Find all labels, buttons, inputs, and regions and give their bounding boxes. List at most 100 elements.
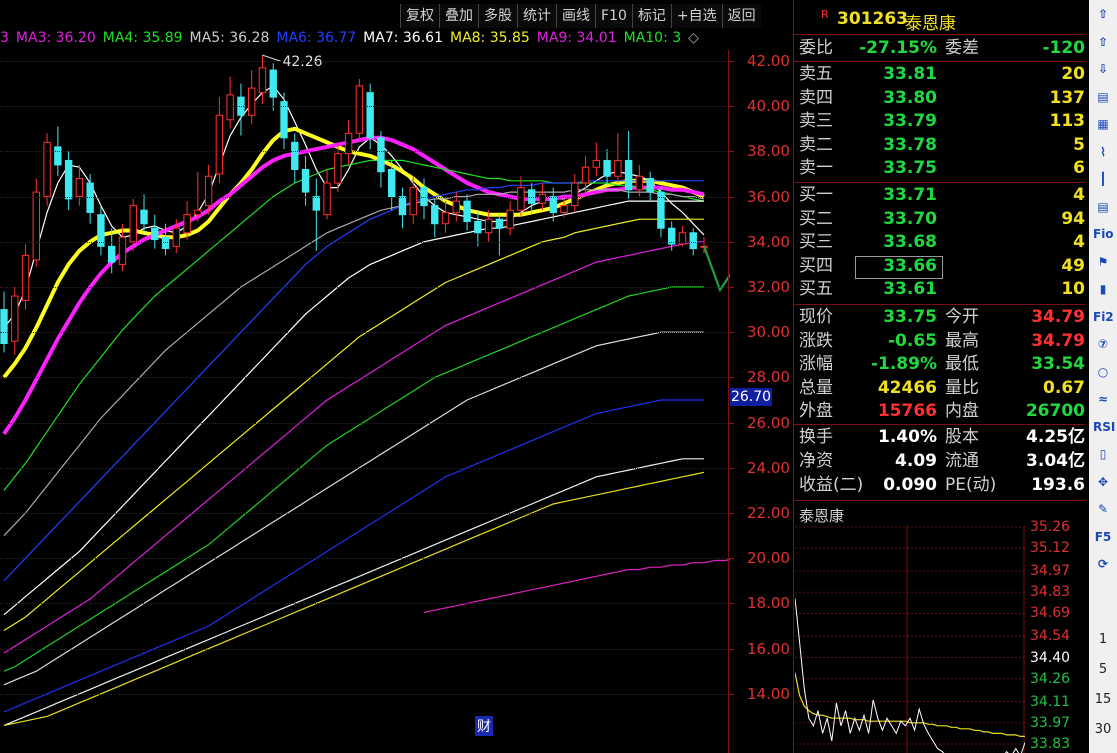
candle-body — [247, 87, 256, 116]
intraday-tick: 34.26 — [1030, 670, 1071, 687]
toolbar-button-5[interactable]: F10 — [595, 4, 632, 28]
grid-line — [0, 422, 728, 424]
candle-body — [291, 141, 299, 170]
candle-body — [431, 205, 439, 225]
rsi-icon[interactable]: RSI — [1093, 417, 1115, 437]
candle-body — [11, 295, 19, 342]
sell-row: 卖四 33.80 137 — [799, 87, 1085, 108]
info-icon[interactable]: ▮ — [1093, 279, 1113, 299]
period-number[interactable]: 5 — [1089, 662, 1117, 677]
projection-line — [702, 245, 730, 293]
candle-body — [323, 182, 331, 216]
down-outline-icon[interactable]: ⇩ — [1093, 59, 1113, 79]
candle-body — [377, 137, 385, 173]
candle-body — [140, 209, 148, 225]
candle-body — [21, 254, 30, 302]
ma-legend-item: MA3: 36.20 — [15, 30, 96, 46]
ma-legend-item: ◇ — [688, 30, 699, 46]
candle-body — [54, 146, 62, 166]
rzrq-flag: R — [821, 8, 829, 21]
candle-body — [172, 227, 181, 247]
intraday-tick: 33.83 — [1030, 736, 1071, 752]
ma-line — [3, 471, 705, 726]
toolbar-button-2[interactable]: 多股 — [478, 4, 517, 28]
candle-body — [269, 69, 277, 98]
avg-line — [795, 672, 1025, 737]
ma-line — [3, 331, 704, 686]
candle-body — [581, 166, 590, 184]
ma-line — [3, 458, 704, 726]
ma-legend-item: MA4: 35.89 — [102, 30, 183, 46]
candle-body — [484, 218, 493, 234]
toolbar-button-4[interactable]: 画线 — [556, 4, 595, 28]
grid-line — [0, 558, 728, 560]
buy-row: 买二 33.70 94 — [799, 208, 1085, 229]
toolbar-button-8[interactable]: 返回 — [721, 4, 761, 28]
grid-line — [0, 241, 728, 243]
price-tick: 34.00 — [747, 232, 790, 251]
sell-row: 卖三 33.79 113 — [799, 111, 1085, 131]
intraday-chart[interactable] — [795, 526, 1025, 753]
price-tick: 32.00 — [747, 278, 790, 296]
candle-body — [398, 196, 407, 216]
price-tick: 30.00 — [747, 323, 790, 342]
candle-body — [495, 218, 504, 229]
circle-icon[interactable]: ○ — [1093, 362, 1113, 382]
candle-body — [387, 168, 396, 198]
kline-chart[interactable]: 42.26 — [0, 50, 730, 740]
f10-icon[interactable]: Fio — [1093, 224, 1114, 244]
intraday-tick: 34.97 — [1030, 563, 1071, 579]
up-outline-icon[interactable]: ⇧ — [1093, 32, 1113, 52]
toolbar-button-3[interactable]: 统计 — [517, 4, 556, 28]
wave-icon[interactable]: ≈ — [1093, 389, 1113, 409]
stock-name: 泰恩康 — [905, 14, 956, 34]
candle-body — [614, 159, 622, 177]
doc-icon[interactable]: ▯ — [1093, 444, 1113, 464]
report-icon[interactable]: ▤ — [1093, 87, 1113, 107]
refresh-icon[interactable]: ⟳ — [1093, 554, 1113, 574]
table-icon[interactable]: ▦ — [1093, 114, 1113, 134]
f5-icon[interactable]: F5 — [1093, 527, 1113, 547]
candle-body — [75, 178, 84, 198]
candle-body — [129, 205, 137, 243]
stat-row: 换手 1.40% 股本 4.25亿 — [799, 427, 1085, 447]
toolbar-button-0[interactable]: 复权 — [400, 4, 439, 28]
pen-icon[interactable]: ✎ — [1093, 499, 1113, 519]
candle-body — [107, 245, 116, 263]
grid-line — [0, 61, 728, 62]
f12-icon[interactable]: Fi2 — [1093, 307, 1114, 327]
candle-body — [258, 67, 267, 94]
list-icon[interactable]: ▤ — [1093, 197, 1113, 217]
toolbar-button-6[interactable]: 标记 — [631, 4, 671, 28]
price-tick: 28.00 — [747, 368, 790, 387]
period-number[interactable]: 30 — [1089, 722, 1117, 737]
calc-icon[interactable]: ⑦ — [1093, 334, 1113, 354]
candle-body — [32, 191, 41, 261]
move-icon[interactable]: ✥ — [1093, 472, 1113, 492]
intraday-tick: 35.26 — [1030, 519, 1071, 535]
buy-row: 买一 33.71 4 — [799, 185, 1085, 205]
candle-body — [215, 114, 224, 175]
toolbar-button-7[interactable]: +自选 — [670, 4, 722, 28]
candle-body — [86, 182, 94, 213]
candle-body — [301, 168, 310, 193]
ma-line — [3, 399, 704, 713]
sell-row: 卖一 33.75 6 — [799, 158, 1085, 178]
toolbar-button-1[interactable]: 叠加 — [439, 4, 478, 28]
finance-marker[interactable]: 财 — [475, 716, 493, 736]
intraday-tick: 34.83 — [1030, 584, 1071, 601]
ma-line — [3, 159, 705, 491]
line-chart-icon[interactable]: ⌇ — [1093, 142, 1113, 162]
intraday-tick: 34.40 — [1030, 649, 1071, 666]
stat-row: 现价 33.75 今开 34.79 — [799, 307, 1085, 327]
candle-icon[interactable]: ┃ — [1093, 169, 1113, 189]
price-tick: 36.00 — [747, 187, 790, 206]
up-arrow-icon[interactable]: ⇧ — [1093, 4, 1113, 24]
period-number[interactable]: 15 — [1089, 692, 1117, 707]
intraday-tick: 33.97 — [1030, 714, 1071, 731]
period-number[interactable]: 1 — [1089, 632, 1117, 647]
stat-row: 收益(二) 0.090 PE(动) 193.6 — [799, 475, 1085, 495]
chart-toolbar: 复权 叠加 多股 统计 画线 F10 标记 +自选 返回 — [400, 4, 761, 30]
flag-icon[interactable]: ⚑ — [1093, 252, 1113, 272]
ma-line — [3, 241, 704, 654]
